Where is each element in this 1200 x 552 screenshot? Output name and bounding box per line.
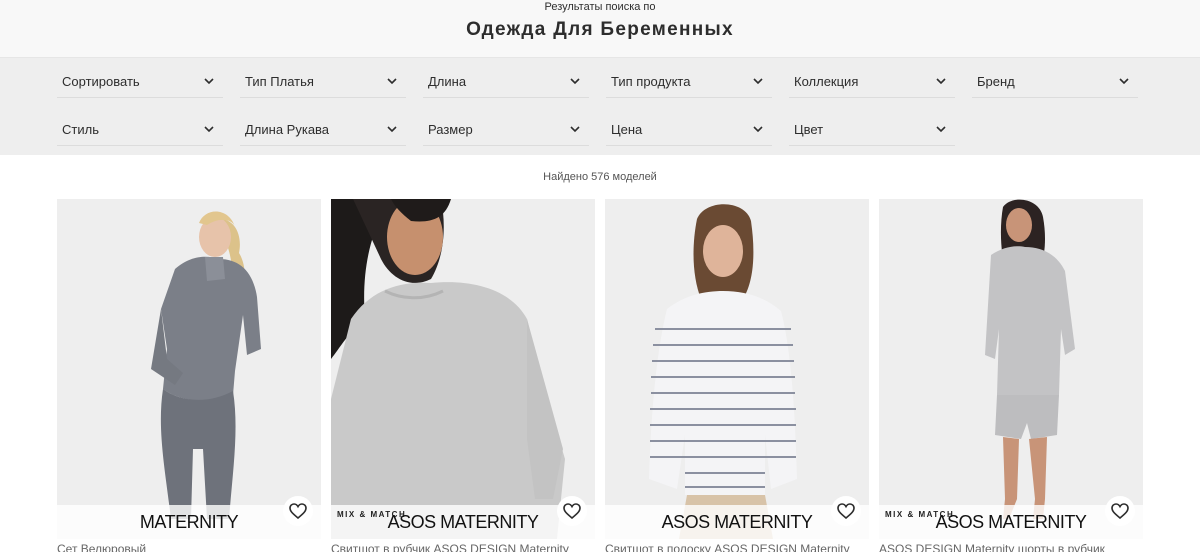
product-caption[interactable]: Свитшот в полоску ASOS DESIGN Maternity: [605, 542, 869, 552]
chevron-down-icon: [1118, 65, 1130, 98]
heart-icon: [1111, 503, 1129, 519]
filter-dress-type[interactable]: Тип Платья: [240, 65, 406, 98]
chevron-down-icon: [935, 65, 947, 98]
filter-length[interactable]: Длина: [423, 65, 589, 98]
brand-bar: MATERNITY: [57, 505, 321, 539]
product-caption[interactable]: ASOS DESIGN Maternity шорты в рубчик: [879, 542, 1143, 552]
brand-bar: MIX & MATCH ASOS MATERNITY: [331, 505, 595, 539]
chevron-down-icon: [386, 113, 398, 146]
brand-label: ASOS MATERNITY: [935, 512, 1087, 532]
heart-icon: [563, 503, 581, 519]
save-for-later-button[interactable]: [831, 496, 861, 526]
chevron-down-icon: [386, 65, 398, 98]
brand-label: ASOS MATERNITY: [387, 512, 539, 532]
filter-size[interactable]: Размер: [423, 113, 589, 146]
product-caption[interactable]: Свитшот в рубчик ASOS DESIGN Maternity: [331, 542, 595, 552]
filter-bar: Сортировать Тип Платья Длина Тип продукт…: [0, 58, 1200, 155]
filter-label: Стиль: [62, 122, 99, 137]
filter-label: Коллекция: [794, 74, 859, 89]
filter-label: Длина: [428, 74, 467, 89]
filter-label: Тип продукта: [611, 74, 691, 89]
chevron-down-icon: [935, 113, 947, 146]
product-image: [57, 199, 321, 539]
filter-label: Сортировать: [62, 74, 140, 89]
chevron-down-icon: [752, 113, 764, 146]
filter-brand[interactable]: Бренд: [972, 65, 1138, 98]
brand-bar: MIX & MATCH ASOS MATERNITY: [879, 505, 1143, 539]
brand-label: MATERNITY: [139, 512, 239, 532]
save-for-later-button[interactable]: [557, 496, 587, 526]
product-caption[interactable]: Сет Велюровый: [57, 542, 321, 552]
chevron-down-icon: [569, 113, 581, 146]
chevron-down-icon: [203, 113, 215, 146]
heart-icon: [289, 503, 307, 519]
product-image: [879, 199, 1143, 539]
filter-label: Цена: [611, 122, 643, 137]
filter-sort[interactable]: Сортировать: [57, 65, 223, 98]
chevron-down-icon: [752, 65, 764, 98]
filter-price[interactable]: Цена: [606, 113, 772, 146]
filter-color[interactable]: Цвет: [789, 113, 955, 146]
filter-product-type[interactable]: Тип продукта: [606, 65, 772, 98]
chevron-down-icon: [203, 65, 215, 98]
filter-collection[interactable]: Коллекция: [789, 65, 955, 98]
product-card[interactable]: MATERNITY: [57, 199, 321, 539]
save-for-later-button[interactable]: [283, 496, 313, 526]
filter-label: Цвет: [794, 122, 824, 137]
brand-label: ASOS MATERNITY: [661, 512, 813, 532]
chevron-down-icon: [569, 65, 581, 98]
filter-label: Размер: [428, 122, 473, 137]
product-image: [331, 199, 595, 539]
filter-label: Тип Платья: [245, 74, 314, 89]
save-for-later-button[interactable]: [1105, 496, 1135, 526]
product-image: [605, 199, 869, 539]
heart-icon: [837, 503, 855, 519]
product-card[interactable]: ASOS MATERNITY: [605, 199, 869, 539]
product-card[interactable]: MIX & MATCH ASOS MATERNITY: [879, 199, 1143, 539]
search-results-subtitle: Результаты поиска по: [544, 1, 656, 13]
filter-sleeve-length[interactable]: Длина Рукава: [240, 113, 406, 146]
filter-label: Длина Рукава: [245, 122, 330, 137]
product-card[interactable]: MIX & MATCH ASOS MATERNITY: [331, 199, 595, 539]
search-header: Результаты поиска по Одежда Для Беременн…: [0, 0, 1200, 58]
filter-style[interactable]: Стиль: [57, 113, 223, 146]
results-count: Найдено 576 моделей: [543, 171, 657, 183]
brand-bar: ASOS MATERNITY: [605, 505, 869, 539]
page-title: Одежда Для Беременных: [466, 19, 734, 40]
filter-label: Бренд: [977, 74, 1015, 89]
